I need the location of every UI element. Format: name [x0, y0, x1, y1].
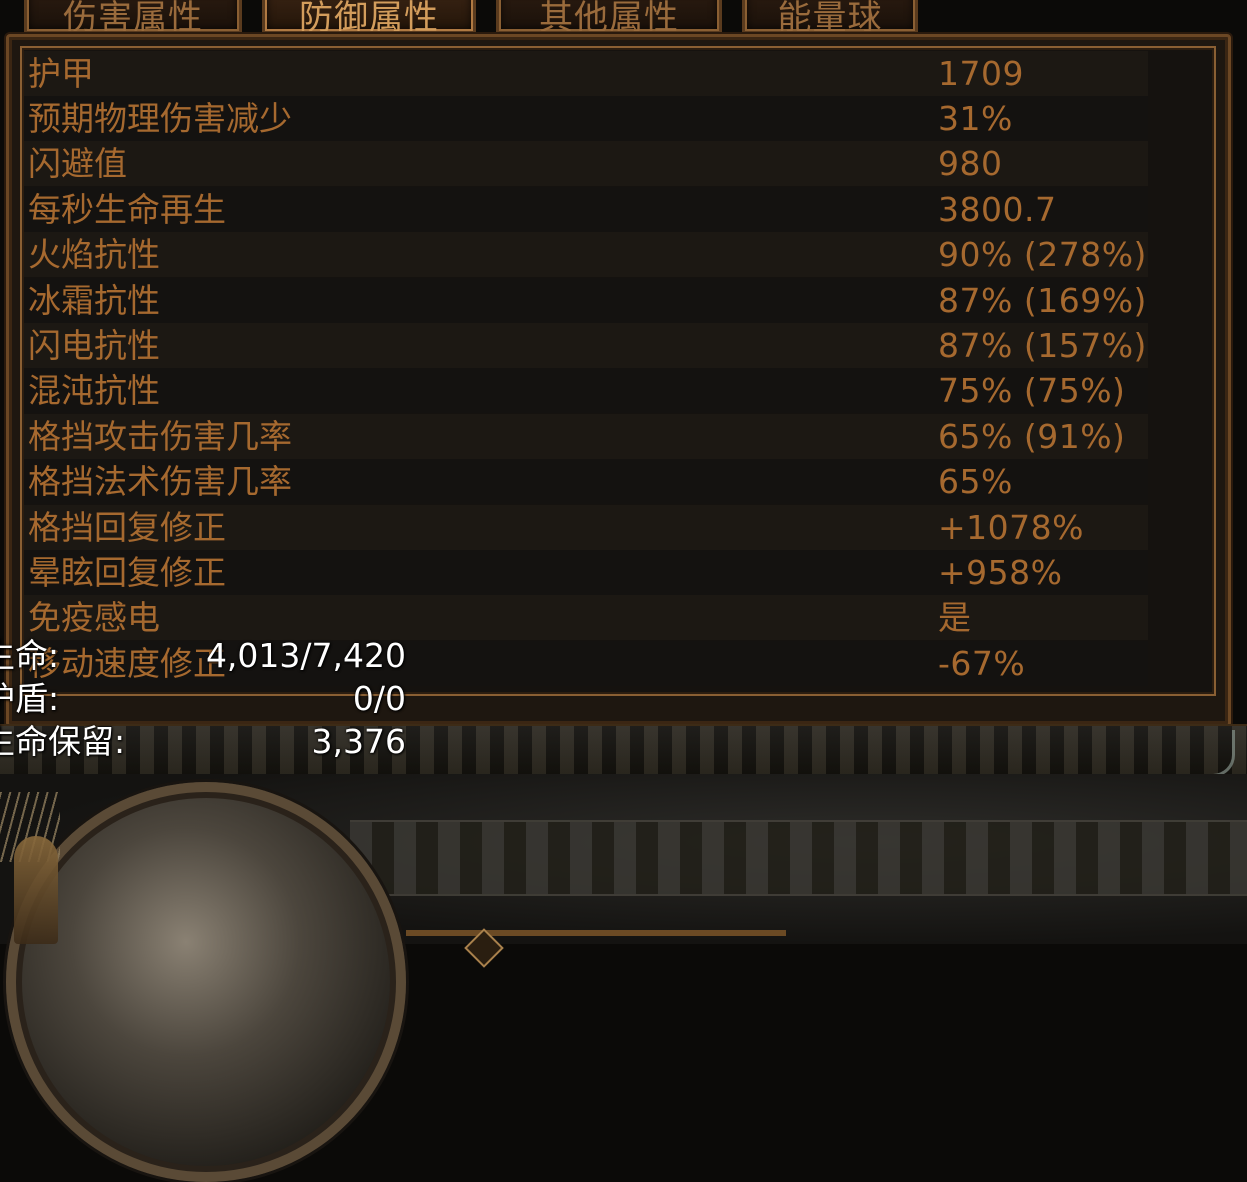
stat-label: 预期物理伤害减少 — [28, 99, 292, 138]
stat-value: 75% (75%) — [938, 371, 1126, 410]
stat-row-life-regen: 每秒生命再生 3800.7 — [24, 187, 1148, 232]
stat-label: 火焰抗性 — [28, 235, 160, 274]
stat-row-armour: 护甲 1709 — [24, 51, 1148, 96]
stat-label: 格挡攻击伤害几率 — [28, 417, 292, 456]
stat-label: 每秒生命再生 — [28, 190, 226, 229]
stat-value: 3800.7 — [938, 190, 1057, 229]
stat-value: 65% — [938, 462, 1013, 501]
stat-value: -67% — [938, 644, 1026, 683]
ornamental-border — [0, 724, 1247, 776]
stat-value: 65% (91%) — [938, 417, 1126, 456]
stat-value: 87% (169%) — [938, 281, 1147, 320]
stat-label: 免疫感电 — [28, 598, 160, 637]
stat-row-block-recovery: 格挡回复修正 +1078% — [24, 505, 1148, 550]
stat-value: 87% (157%) — [938, 326, 1147, 365]
stat-value: 1709 — [938, 54, 1024, 93]
stat-label: 混沌抗性 — [28, 371, 160, 410]
stat-row-stun-recovery: 晕眩回复修正 +958% — [24, 550, 1148, 595]
stat-row-spell-block: 格挡法术伤害几率 65% — [24, 459, 1148, 504]
stat-label: 护甲 — [28, 54, 94, 93]
stat-label: 移动速度修正 — [28, 644, 226, 683]
stat-label: 冰霜抗性 — [28, 281, 160, 320]
stat-row-cold-res: 冰霜抗性 87% (169%) — [24, 278, 1148, 323]
life-orb[interactable] — [6, 782, 406, 1182]
stat-value: 是 — [938, 598, 972, 637]
stat-row-shock-immunity: 免疫感电 是 — [24, 595, 1148, 640]
stat-row-chaos-res: 混沌抗性 75% (75%) — [24, 368, 1148, 413]
hud-rim — [406, 930, 786, 936]
stat-value: 980 — [938, 144, 1003, 183]
tab-charges[interactable]: 能量球 — [742, 0, 918, 34]
stat-row-movement-speed: 移动速度修正 -67% — [24, 641, 1148, 686]
stat-row-fire-res: 火焰抗性 90% (278%) — [24, 232, 1148, 277]
stat-row-evasion: 闪避值 980 — [24, 141, 1148, 186]
statue-ornament-icon — [14, 836, 58, 944]
stat-label: 闪电抗性 — [28, 326, 160, 365]
tab-misc[interactable]: 其他属性 — [496, 0, 722, 34]
stat-row-lightning-res: 闪电抗性 87% (157%) — [24, 323, 1148, 368]
stat-row-phys-reduction: 预期物理伤害减少 31% — [24, 96, 1148, 141]
tab-defense[interactable]: 防御属性 — [262, 0, 476, 34]
stat-value: +1078% — [938, 508, 1084, 547]
stat-label: 格挡法术伤害几率 — [28, 462, 292, 501]
stat-value: 90% (278%) — [938, 235, 1147, 274]
stat-label: 格挡回复修正 — [28, 508, 226, 547]
corner-ornament-icon — [1172, 730, 1235, 777]
stat-tabs: 伤害属性 防御属性 其他属性 能量球 — [0, 0, 1247, 36]
stat-row-attack-block: 格挡攻击伤害几率 65% (91%) — [24, 414, 1148, 459]
stat-value: 31% — [938, 99, 1013, 138]
stat-label: 闪避值 — [28, 144, 127, 183]
tab-offense[interactable]: 伤害属性 — [24, 0, 242, 34]
stat-value: +958% — [938, 553, 1063, 592]
hud-ornament-band — [350, 820, 1247, 896]
stat-label: 晕眩回复修正 — [28, 553, 226, 592]
